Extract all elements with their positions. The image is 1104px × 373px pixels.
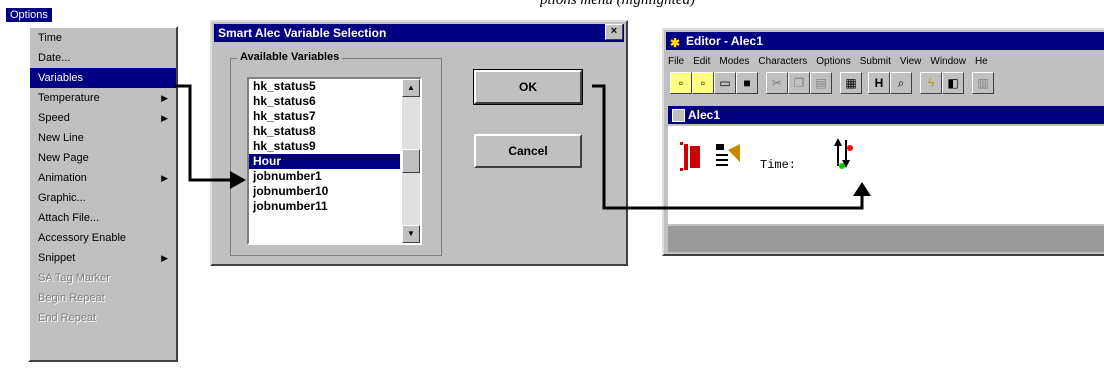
arrowhead-list	[230, 171, 246, 189]
connector-ok-to-editor	[592, 84, 864, 210]
connector-arrows	[174, 84, 871, 210]
arrowhead-editor	[853, 182, 871, 196]
connector-menu-to-list	[174, 84, 230, 182]
